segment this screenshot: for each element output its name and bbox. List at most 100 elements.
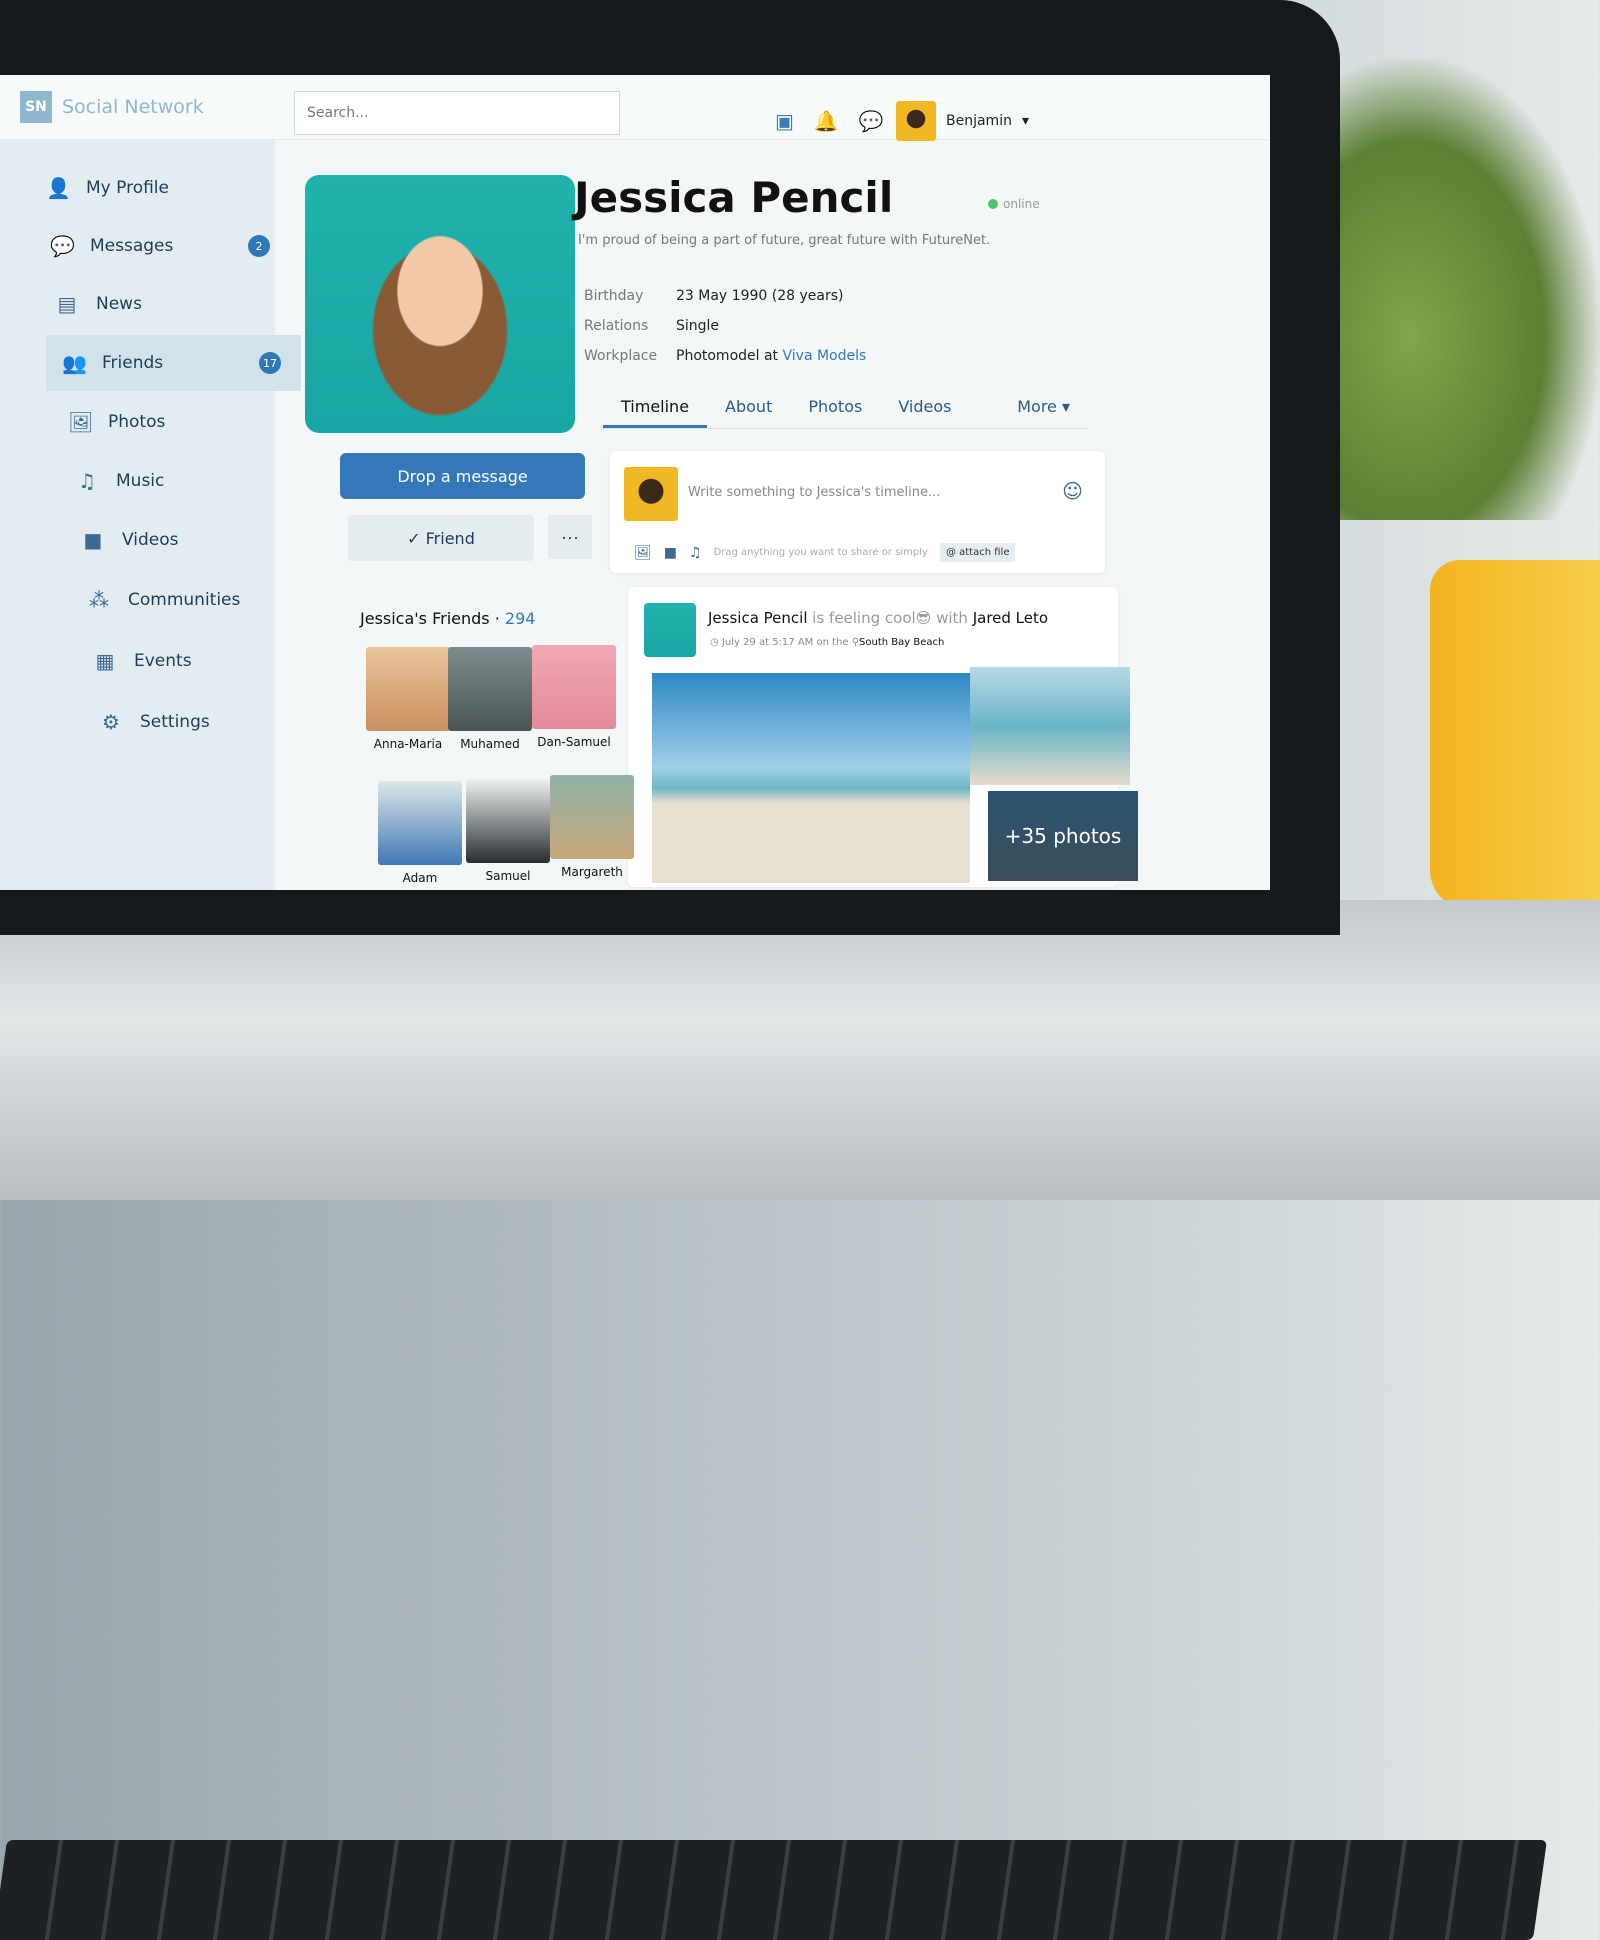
tab-more[interactable]: More ▾ [999,385,1088,428]
app-title: Social Network [62,96,204,118]
tab-timeline[interactable]: Timeline [603,385,708,428]
calendar-icon: ▦ [95,649,115,673]
video-icon[interactable]: ■ [664,545,677,561]
friend-card[interactable]: Muhamed [448,647,532,751]
sidebar-item-label: Videos [122,530,179,550]
friends-count[interactable]: 294 [505,609,536,628]
more-options-button[interactable]: ··· [548,515,592,559]
check-icon: ✓ [407,528,426,548]
sidebar-item-videos[interactable]: ■ Videos [82,512,332,568]
workplace-link[interactable]: Viva Models [783,348,867,364]
post-photo[interactable] [652,673,970,883]
chat-icon[interactable]: 💬 [859,109,884,133]
more-photos-label: +35 photos [1004,824,1122,848]
sidebar-item-label: Events [134,651,192,671]
composer-input[interactable]: Write something to Jessica's timeline... [688,485,940,500]
sidebar-item-communities[interactable]: ⁂ Communities [88,572,338,628]
friend-button[interactable]: ✓ Friend [348,515,534,561]
friend-card[interactable]: Adam [378,781,462,885]
top-bar: SN Social Network ▣ 🔔 💬 Benjamin ▾ [0,75,1270,141]
friend-photo [366,647,450,731]
friend-card[interactable]: Dan-Samuel [532,645,616,749]
more-photos-tile[interactable]: +35 photos [988,791,1138,881]
friend-name: Anna-Maria [373,737,443,751]
friend-label: Friend [425,528,475,548]
sidebar-item-label: Friends [102,353,164,373]
friend-card[interactable]: Samuel [466,779,550,883]
sidebar-item-label: News [96,294,142,314]
friend-name: Dan-Samuel [537,735,611,749]
status-badge: online [988,197,1040,211]
friends-badge: 17 [259,352,281,374]
attach-file-button[interactable]: @ attach file [939,543,1016,562]
sidebar-item-label: Messages [90,236,174,256]
profile-bio: I'm proud of being a part of future, gre… [578,233,991,248]
news-icon: ▤ [57,292,77,316]
emoji-icon[interactable]: ☺ [1062,479,1083,503]
logo[interactable]: SN Social Network [20,91,204,123]
friend-photo [550,775,634,859]
post-time: July 29 at 5:17 AM on the [721,637,849,648]
sidebar-item-settings[interactable]: ⚙ Settings [100,694,350,750]
post-feeling: is feeling cool😎 [812,609,932,627]
search-input[interactable] [294,91,620,135]
friends-title: Jessica's Friends · 294 [360,609,535,628]
friend-card[interactable]: Anna-Maria [366,647,450,751]
wallet-icon[interactable]: ▣ [775,109,794,133]
sidebar: 👤 My Profile 💬 Messages 2 ▤ News 👥 Friends 17 … [0,140,301,890]
messages-badge: 2 [248,235,270,257]
clock-icon: ◷ [710,637,722,648]
birthday-value: 23 May 1990 (28 years) [676,288,844,304]
sidebar-item-music[interactable]: ♫ Music [76,453,326,509]
friend-photo [378,781,462,865]
profile-info: Birthday 23 May 1990 (28 years) Relations… [584,281,866,371]
sidebar-item-photos[interactable]: 🖼 Photos [68,394,318,450]
timeline-post: Jessica Pencil is feeling cool😎 with Jar… [628,587,1138,887]
user-icon: 👤 [46,176,71,200]
chevron-down-icon: ▾ [1021,113,1029,129]
laptop-base [0,900,1600,1940]
workplace-value: Photomodel at [676,348,779,364]
online-dot-icon [988,199,998,209]
friend-card[interactable]: Margareth [550,775,634,879]
post-composer: Write something to Jessica's timeline...… [610,451,1105,573]
tab-photos[interactable]: Photos [790,385,880,428]
sidebar-item-events[interactable]: ▦ Events [94,633,344,689]
avatar [896,101,936,141]
user-name: Benjamin [946,113,1012,129]
profile-name: Jessica Pencil [574,173,894,222]
avatar [644,603,696,657]
message-icon: 💬 [50,234,75,258]
workplace-label: Workplace [584,348,658,364]
post-photo[interactable] [970,667,1130,785]
sidebar-item-friends[interactable]: 👥 Friends 17 [46,335,301,391]
post-with: with [936,609,968,627]
sidebar-item-news[interactable]: ▤ News [56,276,306,332]
sidebar-item-messages[interactable]: 💬 Messages 2 [50,218,300,274]
post-tagged[interactable]: Jared Leto [973,609,1048,627]
friend-photo [448,647,532,731]
friend-name: Margareth [561,865,623,879]
sidebar-item-label: Settings [140,712,210,732]
status-text: online [1003,197,1040,211]
post-place[interactable]: South Bay Beach [859,637,944,648]
birthday-label: Birthday [584,288,644,304]
bell-icon[interactable]: 🔔 [814,109,839,133]
music-icon: ♫ [78,469,96,493]
drop-message-button[interactable]: Drop a message [340,453,585,499]
friend-photo [466,779,550,863]
avatar [624,467,678,521]
sidebar-item-my-profile[interactable]: 👤 My Profile [46,160,296,216]
music-icon[interactable]: ♫ [689,545,702,561]
image-icon[interactable]: 🖼 [634,545,652,561]
composer-hint: Drag anything you want to share or simpl… [713,547,928,558]
location-icon: ⚲ [851,637,860,648]
relations-value: Single [676,318,720,334]
post-author[interactable]: Jessica Pencil [708,609,808,627]
sidebar-item-label: Music [116,471,165,491]
tab-videos[interactable]: Videos [880,385,969,428]
photo-icon: 🖼 [68,410,94,434]
yellow-pot-background [1430,560,1600,910]
tab-about[interactable]: About [707,385,790,428]
user-menu[interactable]: Benjamin ▾ [896,101,1029,141]
